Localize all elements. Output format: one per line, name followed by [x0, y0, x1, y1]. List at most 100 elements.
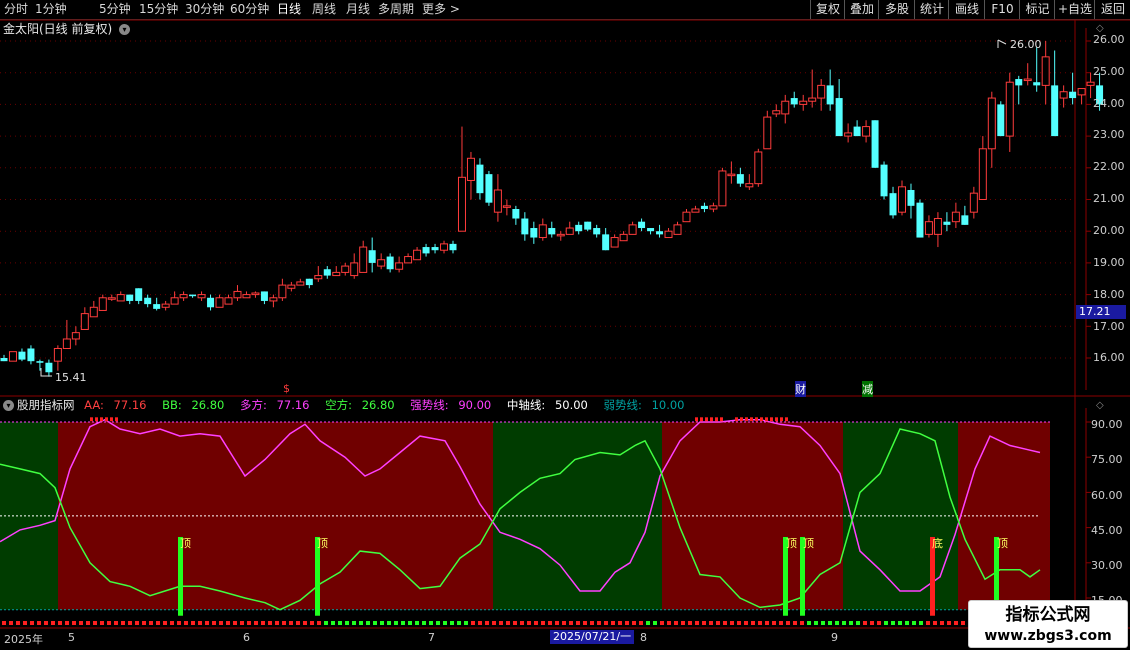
candle-body-down — [260, 291, 268, 301]
price-tick: 21.00 — [1093, 192, 1125, 205]
price-tick: 26.00 — [1093, 33, 1125, 46]
candle-body-down — [386, 256, 394, 270]
state-dot — [625, 621, 629, 625]
candle-body-up — [709, 205, 718, 210]
date-tick: 5 — [68, 631, 75, 644]
candle-body-up — [1005, 81, 1014, 137]
candle-body-up — [80, 313, 89, 330]
state-dot — [653, 621, 657, 625]
candle-body-up — [278, 284, 287, 299]
candle-body-up — [224, 297, 233, 305]
peak-marker — [780, 417, 783, 422]
candle-body-down — [584, 221, 592, 230]
state-dot — [65, 621, 69, 625]
state-dot — [870, 621, 874, 625]
state-dot — [296, 621, 300, 625]
state-dot — [51, 621, 55, 625]
date-tick: 6 — [243, 631, 250, 644]
state-dot — [268, 621, 272, 625]
finance-marker[interactable]: 财 — [795, 381, 806, 397]
state-dot — [947, 621, 951, 625]
indicator-name: 股朋指标网 — [17, 398, 75, 412]
candle-body-up — [987, 97, 996, 150]
state-dot — [569, 621, 573, 625]
state-dot — [527, 621, 531, 625]
state-dot — [674, 621, 678, 625]
candle-body-down — [835, 98, 843, 137]
candle-body-down — [485, 174, 493, 203]
state-dot — [562, 621, 566, 625]
peak-marker — [715, 417, 718, 422]
candle-body-up — [233, 290, 242, 299]
candle-body-down — [943, 221, 951, 225]
state-dot — [716, 621, 720, 625]
bottom-signal-label: 底 — [932, 537, 943, 550]
state-dot — [289, 621, 293, 625]
state-dot — [240, 621, 244, 625]
state-dot — [506, 621, 510, 625]
state-dot — [842, 621, 846, 625]
top-signal-label: 顶 — [786, 537, 797, 550]
candle-body-up — [98, 297, 107, 311]
candle-body-down — [27, 348, 35, 362]
kline-chart-area[interactable] — [0, 0, 1130, 650]
price-tick: 23.00 — [1093, 128, 1125, 141]
state-dot — [877, 621, 881, 625]
peak-marker — [695, 417, 698, 422]
peak-marker — [785, 417, 788, 422]
peak-marker — [100, 417, 103, 422]
diamond-icon[interactable]: ◇ — [1096, 400, 1104, 411]
peak-marker — [765, 417, 768, 422]
high-leader — [997, 39, 1007, 48]
candle-body-up — [413, 249, 422, 261]
state-dot — [604, 621, 608, 625]
chevron-down-icon[interactable]: ▾ — [3, 400, 14, 411]
legend-bull: 多方: 77.16 — [240, 398, 310, 412]
candle-body-down — [961, 215, 969, 225]
candle-body-up — [269, 297, 278, 302]
candle-body-down — [0, 358, 8, 362]
state-dot — [310, 621, 314, 625]
candle-body-down — [323, 269, 331, 276]
price-tick: 17.00 — [1093, 320, 1125, 333]
state-dot — [275, 621, 279, 625]
state-dot — [730, 621, 734, 625]
candle-body-down — [431, 247, 439, 251]
candle-body-up — [71, 332, 80, 340]
peak-marker — [700, 417, 703, 422]
candle-body-down — [916, 202, 924, 238]
candle-body-down — [871, 120, 879, 168]
price-tick: 22.00 — [1093, 160, 1125, 173]
candle-body-down — [736, 174, 744, 184]
candle-body-down — [638, 221, 646, 229]
state-dot — [576, 621, 580, 625]
state-dot — [366, 621, 370, 625]
state-dot — [79, 621, 83, 625]
candle-body-up — [817, 84, 826, 99]
candle-body-down — [1033, 82, 1041, 86]
candle-body-up — [772, 110, 781, 115]
state-dot — [331, 621, 335, 625]
candle-body-up — [1086, 81, 1095, 86]
state-dot — [324, 621, 328, 625]
reduce-marker[interactable]: 减 — [862, 381, 873, 397]
state-dot — [352, 621, 356, 625]
candle-body-up — [179, 294, 188, 299]
candle-body-up — [745, 183, 754, 188]
indicator-tick: 75.00 — [1091, 453, 1123, 466]
state-dot — [177, 621, 181, 625]
candle-body-up — [116, 294, 125, 302]
candle-body-up — [350, 262, 359, 277]
dividend-marker[interactable]: $ — [283, 382, 290, 395]
indicator-legend: ▾ 股朋指标网 AA: 77.16 BB: 26.80 多方: 77.16 空方:… — [3, 398, 697, 413]
candle-body-up — [377, 259, 386, 267]
candle-body-down — [790, 98, 798, 105]
date-tick: 7 — [428, 631, 435, 644]
candle-body-up — [538, 224, 547, 239]
price-tick: 19.00 — [1093, 256, 1125, 269]
state-dot — [681, 621, 685, 625]
top-signal-label: 顶 — [803, 537, 814, 550]
top-signal-label: 顶 — [997, 537, 1008, 550]
candle-body-up — [556, 233, 565, 237]
state-dot — [856, 621, 860, 625]
